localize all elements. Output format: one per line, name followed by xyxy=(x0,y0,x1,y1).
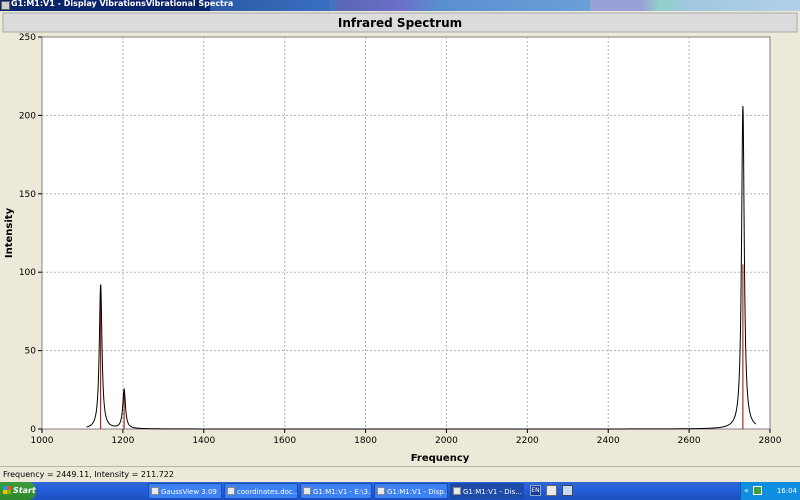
task-label: G1:M1:V1 - Dis... xyxy=(463,488,522,496)
x-axis-label: Frequency xyxy=(411,453,470,464)
spectrum-chart-svg[interactable]: Infrared Spectrum 1000 1200 1400 1600 1800 20… xyxy=(0,11,800,466)
x-tick-label: 1600 xyxy=(273,436,296,446)
y-tick-label: 100 xyxy=(19,268,36,278)
start-label: Start xyxy=(13,486,36,495)
start-button[interactable]: Start xyxy=(0,482,36,500)
y-axis: 0 50 100 150 200 250 xyxy=(19,33,42,435)
x-axis: 1000 1200 1400 1600 1800 2000 2200 2400 2600 2800 xyxy=(31,429,782,446)
system-tray: « 16:04 xyxy=(740,482,800,500)
quicklaunch-icon[interactable] xyxy=(562,485,573,496)
x-tick-label: 1200 xyxy=(111,436,134,446)
taskbar-item-g1m1v1-disp[interactable]: G1:M1:V1 - Disp... xyxy=(374,483,448,499)
help-icon[interactable] xyxy=(546,485,557,496)
chart-title: Infrared Spectrum xyxy=(338,16,462,30)
status-bar: Frequency = 2449.11, Intensity = 211.722 xyxy=(0,466,800,483)
y-tick-label: 0 xyxy=(30,425,36,435)
task-label: G1:M1:V1 - Disp... xyxy=(387,488,448,496)
x-tick-label: 1800 xyxy=(354,436,377,446)
spectrum-chart[interactable]: Infrared Spectrum 1000 1200 1400 1600 1800 20… xyxy=(0,11,800,466)
plot-area[interactable] xyxy=(41,36,771,430)
x-tick-label: 2600 xyxy=(678,436,701,446)
x-tick-label: 2000 xyxy=(435,436,458,446)
taskbar-item-coordinates-doc[interactable]: coordinates.doc... xyxy=(224,483,298,499)
x-tick-label: 2200 xyxy=(516,436,539,446)
window-icon xyxy=(303,487,311,495)
window-title-bar[interactable]: G1:M1:V1 - Display VibrationsVibrational… xyxy=(0,0,800,11)
y-axis-label: Intensity xyxy=(4,207,15,258)
x-tick-label: 2400 xyxy=(597,436,620,446)
window-icon xyxy=(377,487,385,495)
y-tick-label: 250 xyxy=(19,33,36,43)
task-label: G1:M1:V1 - E:\3... xyxy=(313,488,372,496)
tray-expand-icon[interactable]: « xyxy=(744,486,749,495)
window-icon xyxy=(453,487,461,495)
x-tick-label: 1000 xyxy=(31,436,54,446)
window-title: G1:M1:V1 - Display VibrationsVibrational… xyxy=(11,0,234,8)
clock[interactable]: 16:04 xyxy=(777,487,797,495)
tray-network-icon[interactable] xyxy=(753,486,762,495)
windows-flag-icon xyxy=(3,486,11,494)
task-label: coordinates.doc... xyxy=(237,488,298,496)
gaussview-icon xyxy=(151,487,159,495)
app-icon[interactable] xyxy=(1,1,10,10)
taskbar: Start GaussView 3.09 coordinates.doc... … xyxy=(0,482,800,500)
language-indicator[interactable]: EN xyxy=(530,485,541,496)
taskbar-item-gaussview[interactable]: GaussView 3.09 xyxy=(148,483,222,499)
word-doc-icon xyxy=(227,487,235,495)
x-tick-label: 2800 xyxy=(759,436,782,446)
status-text: Frequency = 2449.11, Intensity = 211.722 xyxy=(3,470,174,479)
taskbar-item-g1m1v1-e[interactable]: G1:M1:V1 - E:\3... xyxy=(300,483,372,499)
y-tick-label: 200 xyxy=(19,111,36,121)
y-tick-label: 150 xyxy=(19,190,36,200)
taskbar-item-g1m1v1-dis-active[interactable]: G1:M1:V1 - Dis... xyxy=(450,483,524,499)
x-tick-label: 1400 xyxy=(192,436,215,446)
task-label: GaussView 3.09 xyxy=(161,488,217,496)
spectrum-panel: Infrared Spectrum 1000 1200 1400 1600 1800 20… xyxy=(0,11,800,466)
y-tick-label: 50 xyxy=(25,347,37,357)
